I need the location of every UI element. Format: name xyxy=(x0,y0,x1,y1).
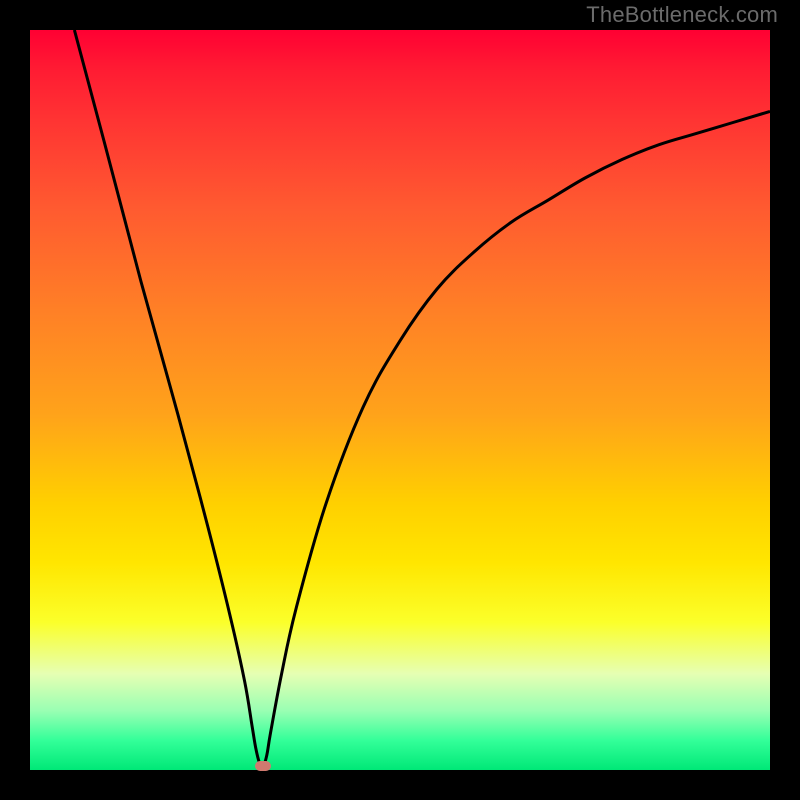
plot-area xyxy=(30,30,770,770)
bottleneck-curve xyxy=(30,30,770,770)
watermark-text: TheBottleneck.com xyxy=(586,2,778,28)
chart-frame: TheBottleneck.com xyxy=(0,0,800,800)
minimum-marker xyxy=(255,761,271,771)
